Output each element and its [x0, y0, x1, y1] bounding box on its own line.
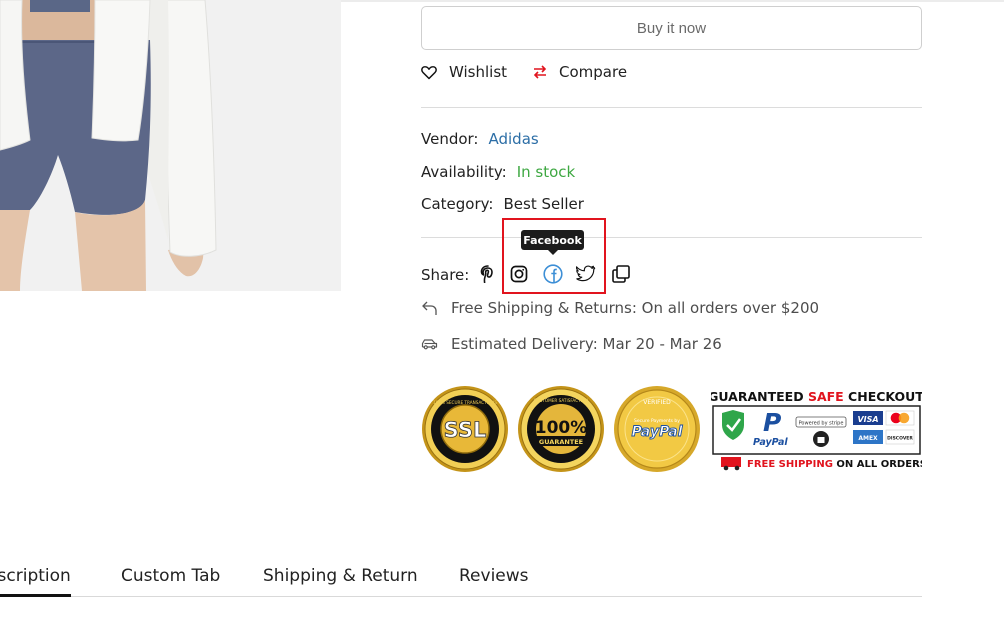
delivery-info: Estimated Delivery: Mar 20 - Mar 26	[421, 333, 722, 355]
checkout-paypal-text: PayPal	[753, 437, 788, 448]
availability-row: Availability: In stock	[421, 161, 575, 183]
ssl-text: SSL	[444, 418, 487, 442]
tab-shipping-return[interactable]: Shipping & Return	[263, 555, 418, 596]
product-tabs: Description Custom Tab Shipping & Return…	[0, 555, 922, 597]
compare-arrows-icon	[533, 65, 547, 79]
vendor-label: Vendor:	[421, 130, 479, 148]
delivery-text: Estimated Delivery: Mar 20 - Mar 26	[451, 335, 722, 353]
return-arrow-icon	[422, 301, 437, 315]
guarantee-sub-text: GUARANTEE	[539, 438, 583, 446]
share-row: Share:	[421, 263, 469, 287]
divider	[421, 107, 922, 108]
pinterest-icon[interactable]	[477, 263, 499, 285]
stripe-text: Powered by stripe	[799, 421, 844, 427]
tabs-divider	[0, 596, 922, 597]
vendor-row: Vendor: Adidas	[421, 128, 539, 150]
paypal-verified-badge: VERIFIED Secure Payments by PayPal	[613, 385, 701, 473]
verified-text: VERIFIED	[643, 399, 671, 406]
checkout-title-1: GUARANTEED	[711, 389, 808, 404]
top-divider	[341, 0, 1004, 2]
safe-checkout-badge: GUARANTEED SAFE CHECKOUT P PayPal Powere…	[708, 385, 927, 473]
tab-description[interactable]: Description	[0, 555, 71, 596]
ssl-ring-text: 100% SECURE TRANSACTIONS	[433, 400, 497, 405]
instagram-icon[interactable]	[508, 263, 530, 285]
visa-text: VISA	[857, 415, 878, 424]
free-shipping-1: FREE SHIPPING	[747, 459, 833, 470]
category-value[interactable]: Best Seller	[503, 195, 583, 213]
product-image	[0, 0, 341, 291]
guarantee-badge: 100% GUARANTEE CUSTOMER SATISFACTION	[517, 385, 605, 473]
svg-text:GUARANTEED SAFE CHECKOUT: GUARANTEED SAFE CHECKOUT	[711, 389, 922, 404]
guarantee-ring-text: CUSTOMER SATISFACTION	[534, 398, 589, 403]
twitter-icon[interactable]	[575, 263, 597, 285]
share-label: Share:	[421, 266, 470, 284]
shipping-info: Free Shipping & Returns: On all orders o…	[421, 297, 819, 319]
checkout-title-2: SAFE	[808, 389, 844, 404]
amex-text: AMEX	[858, 435, 878, 442]
active-tab-underline	[0, 594, 71, 597]
svg-text:FREE SHIPPING ON ALL ORDERS: FREE SHIPPING ON ALL ORDERS	[747, 459, 922, 470]
compare-label: Compare	[559, 63, 628, 81]
svg-text:P: P	[763, 408, 781, 437]
paypal-text: PayPal	[631, 424, 682, 440]
shipping-text: Free Shipping & Returns: On all orders o…	[451, 299, 820, 317]
availability-label: Availability:	[421, 163, 507, 181]
tab-reviews[interactable]: Reviews	[459, 555, 529, 596]
availability-value: In stock	[516, 163, 576, 181]
tab-custom[interactable]: Custom Tab	[121, 555, 220, 596]
checkout-title-3: CHECKOUT	[844, 389, 922, 404]
delivery-car-icon	[421, 339, 438, 350]
divider	[421, 237, 922, 238]
category-row: Category: Best Seller	[421, 193, 584, 215]
facebook-tooltip: Facebook	[521, 230, 584, 250]
free-shipping-2: ON ALL ORDERS	[833, 459, 922, 470]
compare-button[interactable]: Compare	[533, 60, 627, 84]
heart-icon	[421, 65, 437, 79]
ssl-badge: SSL 100% SECURE TRANSACTIONS	[421, 385, 509, 473]
buy-it-now-button[interactable]: Buy it now	[421, 6, 922, 50]
wishlist-label: Wishlist	[449, 63, 508, 81]
vendor-link[interactable]: Adidas	[489, 130, 539, 148]
facebook-icon[interactable]	[542, 263, 564, 285]
discover-text: DISCOVER	[887, 436, 913, 442]
tooltip-arrow	[548, 250, 558, 255]
guarantee-main-text: 100%	[535, 418, 588, 438]
category-label: Category:	[421, 195, 494, 213]
copy-link-icon[interactable]	[610, 263, 632, 285]
wishlist-button[interactable]: Wishlist	[421, 60, 507, 84]
